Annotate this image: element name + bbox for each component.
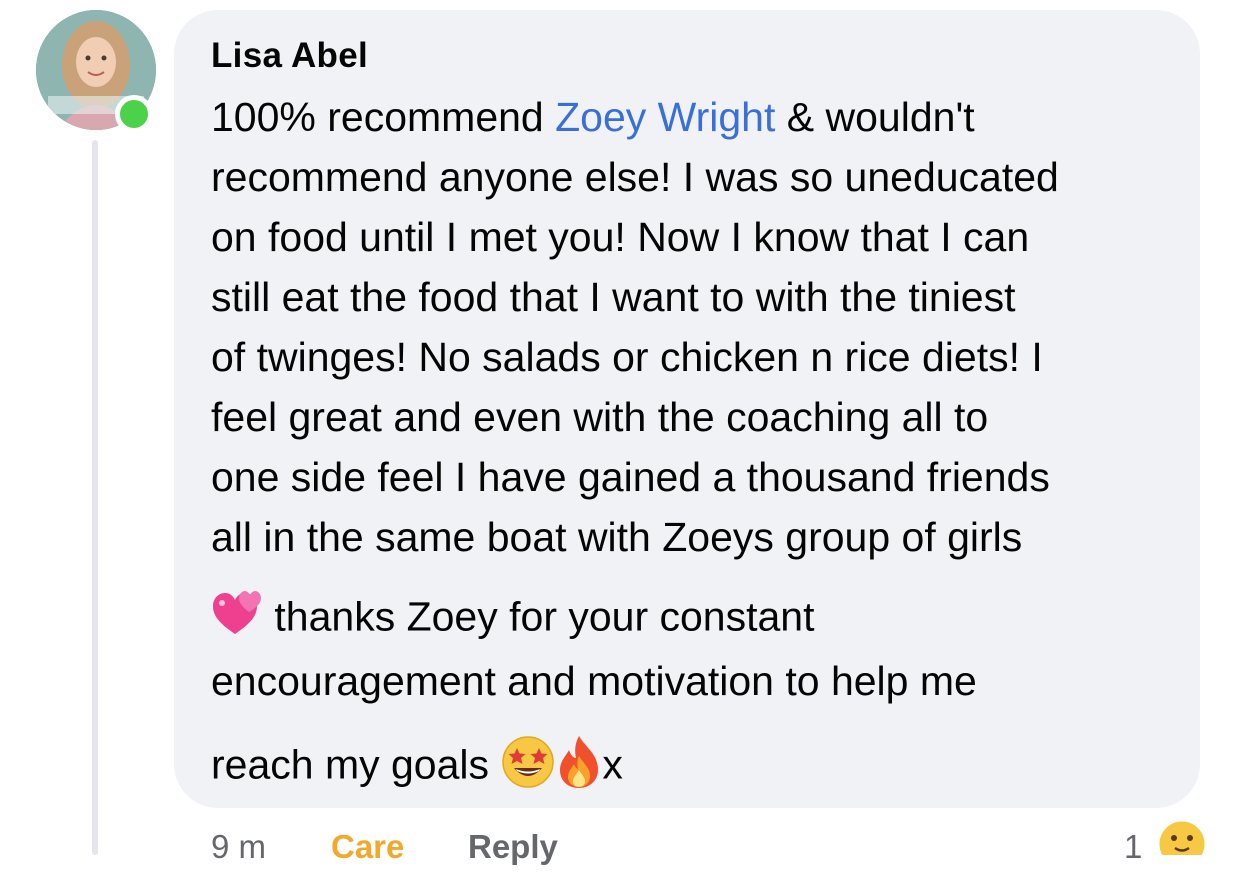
comment-line-4: still eat the food that I want to with t… (211, 274, 1016, 320)
comment-text: 100% recommend (211, 94, 556, 140)
thread-line (92, 140, 98, 855)
comment-line-10: encouragement and motivation to help me (211, 658, 977, 704)
comment-timestamp[interactable]: 9 m (211, 822, 266, 872)
online-status-indicator (115, 95, 153, 133)
comment-text: reach my goals (211, 741, 501, 788)
comment-line-7: one side feel I have gained a thousand f… (211, 454, 1050, 500)
comment-line-8: all in the same boat with Zoeys group of… (211, 514, 1023, 560)
star-struck-icon (500, 734, 556, 801)
comment-line-2: recommend anyone else! I was so uneducat… (211, 154, 1059, 200)
reaction-count[interactable]: 1 (1124, 822, 1142, 872)
comment-line-5: of twinges! No salads or chicken n rice … (211, 334, 1043, 380)
comment-text: x (602, 741, 623, 788)
fire-icon (556, 734, 602, 801)
mention-link[interactable]: Zoey Wright (555, 94, 775, 140)
comment-line-1: 100% recommend Zoey Wright & wouldn't (211, 92, 975, 142)
comment-line-9: thanks Zoey for your constant (211, 590, 815, 649)
comment-text: & wouldn't (775, 94, 975, 140)
comment-line-3: on food until I met you! Now I know that… (211, 214, 1030, 260)
comment-line-6: feel great and even with the coaching al… (211, 394, 989, 440)
care-reaction-icon[interactable] (1156, 818, 1208, 870)
care-reaction-button[interactable]: Care (331, 822, 404, 872)
comment-line-11: reach my goals x (211, 734, 623, 801)
comment-author[interactable]: Lisa Abel (211, 36, 368, 76)
two-hearts-icon (211, 590, 263, 649)
reply-button[interactable]: Reply (468, 822, 558, 872)
comment-text: thanks Zoey for your constant (263, 593, 815, 640)
